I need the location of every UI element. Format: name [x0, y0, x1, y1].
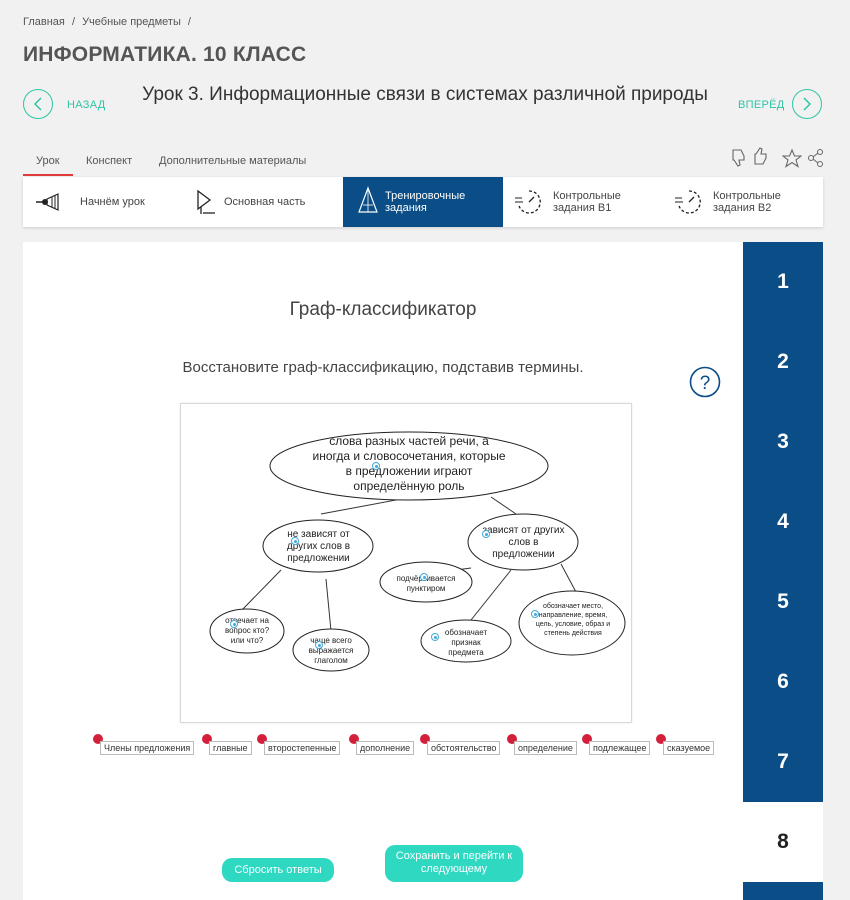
- term-chip[interactable]: главные: [209, 741, 252, 755]
- term-chip[interactable]: сказуемое: [663, 741, 715, 755]
- task-card: Граф-классификатор Восстановите граф-кла…: [23, 242, 743, 900]
- drop-target[interactable]: [230, 620, 238, 628]
- timer-icon: [515, 188, 543, 221]
- timer-icon: [675, 188, 703, 221]
- graph-node-label: зависят от других слов в предложении: [482, 525, 565, 560]
- breadcrumb-home[interactable]: Главная: [23, 16, 65, 28]
- megaphone-icon: [36, 191, 68, 218]
- chevron-right-icon: [803, 97, 812, 111]
- chevron-left-icon: [33, 97, 42, 111]
- task-number-4[interactable]: 4: [743, 482, 823, 562]
- graph-node-label: отвечает на вопрос кто? или что?: [224, 616, 270, 645]
- task-number-6[interactable]: 6: [743, 642, 823, 722]
- tab-lesson[interactable]: Урок: [36, 155, 60, 167]
- tab-extra-materials[interactable]: Дополнительные материалы: [159, 155, 306, 167]
- step-start-lesson[interactable]: Начнём урок: [23, 177, 183, 227]
- drop-target[interactable]: [431, 633, 439, 641]
- play-icon: [195, 188, 217, 221]
- term-chip[interactable]: дополнение: [356, 741, 415, 755]
- breadcrumb-separator: /: [187, 16, 191, 28]
- graph-node-label: слова разных частей речи, а иногда и сло…: [312, 434, 506, 493]
- step-label: Контрольные задания В2: [713, 190, 781, 214]
- task-number-2[interactable]: 2: [743, 322, 823, 402]
- drop-target[interactable]: [482, 530, 490, 538]
- task-title: Граф-классификатор: [289, 299, 477, 320]
- graph-node-label: не зависят от других слов в предложении: [286, 529, 351, 564]
- back-label[interactable]: НАЗАД: [67, 99, 105, 111]
- drop-target[interactable]: [420, 573, 428, 581]
- step-control-b2[interactable]: Контрольные задания В2: [663, 177, 823, 227]
- tab-summary[interactable]: Конспект: [86, 155, 132, 167]
- task-number-1[interactable]: 1: [743, 242, 823, 322]
- task-number-7[interactable]: 7: [743, 722, 823, 802]
- task-instruction: Восстановите граф-классификацию, подстав…: [182, 359, 584, 376]
- graph-node-label: обозначает признак предмета: [444, 628, 488, 657]
- forward-button[interactable]: [792, 89, 822, 119]
- step-label: Начнём урок: [80, 196, 145, 208]
- lesson-actions: [730, 146, 830, 170]
- star-icon[interactable]: [781, 148, 803, 173]
- graph-node-label: обозначает место, направление, время, це…: [535, 603, 611, 637]
- lesson-title: Урок 3. Информационные связи в системах …: [142, 84, 708, 105]
- step-training-tasks[interactable]: Тренировочные задания: [343, 177, 503, 227]
- graph-node-label: чаще всего выражается глаголом: [308, 636, 354, 665]
- step-label: Основная часть: [224, 196, 306, 208]
- dislike-icon[interactable]: [730, 146, 748, 173]
- term-chip[interactable]: обстоятельство: [427, 741, 501, 755]
- step-control-b1[interactable]: Контрольные задания В1: [503, 177, 663, 227]
- breadcrumb-subjects[interactable]: Учебные предметы: [82, 16, 181, 28]
- share-icon[interactable]: [807, 148, 825, 173]
- term-chip[interactable]: подлежащее: [589, 741, 651, 755]
- breadcrumb-separator: /: [71, 16, 75, 28]
- reset-answers-button[interactable]: Сбросить ответы: [222, 858, 334, 882]
- task-number-8[interactable]: 8: [743, 802, 823, 882]
- svg-text:?: ?: [700, 373, 711, 394]
- step-label: Контрольные задания В1: [553, 190, 621, 214]
- term-chip[interactable]: определение: [514, 741, 577, 755]
- drop-target[interactable]: [372, 462, 380, 470]
- save-and-next-button[interactable]: Сохранить и перейти к следующему: [385, 845, 523, 882]
- step-main-part[interactable]: Основная часть: [183, 177, 343, 227]
- lesson-steps: Начнём урок Основная часть Тренировочные…: [23, 177, 823, 227]
- task-number-rail: 1 2 3 4 5 6 7 8: [743, 242, 823, 900]
- forward-label[interactable]: ВПЕРЁД: [738, 99, 785, 111]
- like-icon[interactable]: [752, 146, 770, 173]
- term-chip[interactable]: Члены предложения: [100, 741, 195, 755]
- classifier-graph: слова разных частей речи, а иногда и сло…: [180, 403, 632, 723]
- help-icon[interactable]: ?: [689, 366, 721, 398]
- back-button[interactable]: [23, 89, 53, 119]
- task-number-3[interactable]: 3: [743, 402, 823, 482]
- compass-icon: [357, 186, 379, 221]
- step-label: Тренировочные задания: [385, 190, 466, 214]
- drop-target[interactable]: [315, 641, 323, 649]
- breadcrumb: Главная / Учебные предметы /: [23, 16, 195, 28]
- task-number-5[interactable]: 5: [743, 562, 823, 642]
- active-tab-indicator: [23, 174, 73, 176]
- drop-target[interactable]: [291, 537, 299, 545]
- page-title: ИНФОРМАТИКА. 10 КЛАСС: [23, 43, 307, 66]
- term-chip[interactable]: второстепенные: [264, 741, 341, 755]
- drop-target[interactable]: [531, 610, 539, 618]
